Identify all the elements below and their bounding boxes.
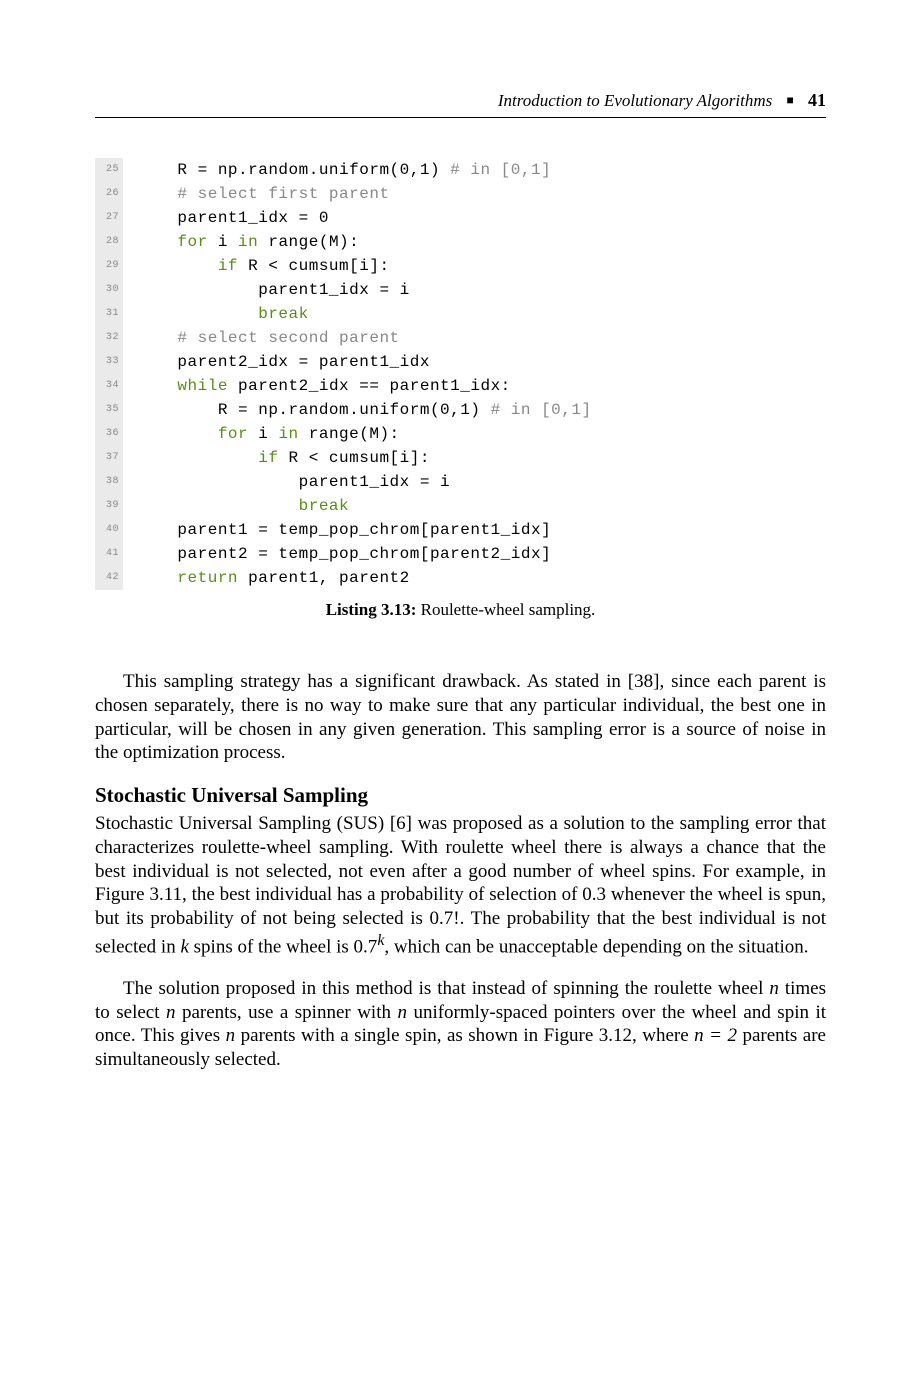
section-heading: Stochastic Universal Sampling	[95, 783, 826, 808]
paragraph-3-text-c: parents, use a spinner with	[176, 1002, 398, 1023]
paragraph-2: Stochastic Universal Sampling (SUS) [6] …	[95, 812, 826, 959]
code-content: parent1 = temp_pop_chrom[parent1_idx]	[137, 518, 826, 542]
code-content: parent2_idx = parent1_idx	[137, 350, 826, 374]
header-separator-icon: ■	[787, 93, 794, 107]
code-content: parent1_idx = 0	[137, 206, 826, 230]
eq-n-2: n = 2	[694, 1025, 737, 1046]
code-line: 39 break	[95, 494, 826, 518]
code-content: R = np.random.uniform(0,1) # in [0,1]	[137, 158, 826, 182]
line-number: 26	[95, 182, 123, 206]
line-number: 30	[95, 278, 123, 302]
code-content: break	[137, 494, 826, 518]
var-k: k	[180, 936, 188, 957]
code-line: 29 if R < cumsum[i]:	[95, 254, 826, 278]
paragraph-1: This sampling strategy has a significant…	[95, 670, 826, 765]
code-content: if R < cumsum[i]:	[137, 446, 826, 470]
code-line: 42 return parent1, parent2	[95, 566, 826, 590]
code-line: 25 R = np.random.uniform(0,1) # in [0,1]	[95, 158, 826, 182]
line-number: 27	[95, 206, 123, 230]
line-number: 33	[95, 350, 123, 374]
line-number: 36	[95, 422, 123, 446]
line-number: 40	[95, 518, 123, 542]
var-n-2: n	[166, 1002, 176, 1023]
line-number: 37	[95, 446, 123, 470]
line-number: 25	[95, 158, 123, 182]
code-content: break	[137, 302, 826, 326]
var-n-4: n	[226, 1025, 236, 1046]
line-number: 41	[95, 542, 123, 566]
running-header: Introduction to Evolutionary Algorithms …	[95, 90, 826, 118]
page-number: 41	[808, 90, 826, 110]
code-line: 32 # select second parent	[95, 326, 826, 350]
code-content: for i in range(M):	[137, 230, 826, 254]
paragraph-2-text-b: spins of the wheel is 0.7	[189, 936, 377, 957]
paragraph-3-text-e: parents with a single spin, as shown in …	[235, 1025, 694, 1046]
page: Introduction to Evolutionary Algorithms …	[0, 0, 921, 1210]
code-content: if R < cumsum[i]:	[137, 254, 826, 278]
code-line: 30 parent1_idx = i	[95, 278, 826, 302]
code-line: 37 if R < cumsum[i]:	[95, 446, 826, 470]
code-content: R = np.random.uniform(0,1) # in [0,1]	[137, 398, 826, 422]
paragraph-1-text: This sampling strategy has a significant…	[95, 671, 826, 763]
code-content: return parent1, parent2	[137, 566, 826, 590]
line-number: 31	[95, 302, 123, 326]
line-number: 29	[95, 254, 123, 278]
paragraph-3-text-a: The solution proposed in this method is …	[123, 978, 769, 999]
code-line: 26 # select first parent	[95, 182, 826, 206]
var-n-3: n	[397, 1002, 407, 1023]
paragraph-3: The solution proposed in this method is …	[95, 977, 826, 1072]
code-line: 34 while parent2_idx == parent1_idx:	[95, 374, 826, 398]
line-number: 28	[95, 230, 123, 254]
code-line: 36 for i in range(M):	[95, 422, 826, 446]
line-number: 32	[95, 326, 123, 350]
code-content: for i in range(M):	[137, 422, 826, 446]
var-n-1: n	[769, 978, 779, 999]
header-title: Introduction to Evolutionary Algorithms	[498, 91, 772, 110]
listing-label: Listing 3.13:	[326, 600, 417, 619]
code-line: 28 for i in range(M):	[95, 230, 826, 254]
line-number: 39	[95, 494, 123, 518]
code-line: 27 parent1_idx = 0	[95, 206, 826, 230]
code-content: while parent2_idx == parent1_idx:	[137, 374, 826, 398]
code-content: parent1_idx = i	[137, 470, 826, 494]
code-content: # select second parent	[137, 326, 826, 350]
line-number: 38	[95, 470, 123, 494]
line-number: 42	[95, 566, 123, 590]
code-line: 41 parent2 = temp_pop_chrom[parent2_idx]	[95, 542, 826, 566]
code-line: 40 parent1 = temp_pop_chrom[parent1_idx]	[95, 518, 826, 542]
paragraph-2-text-c: , which can be unacceptable depending on…	[384, 936, 808, 957]
code-line: 33 parent2_idx = parent1_idx	[95, 350, 826, 374]
line-number: 35	[95, 398, 123, 422]
code-listing: 25 R = np.random.uniform(0,1) # in [0,1]…	[95, 158, 826, 590]
code-content: parent2 = temp_pop_chrom[parent2_idx]	[137, 542, 826, 566]
line-number: 34	[95, 374, 123, 398]
code-content: # select first parent	[137, 182, 826, 206]
code-line: 35 R = np.random.uniform(0,1) # in [0,1]	[95, 398, 826, 422]
listing-caption: Listing 3.13: Roulette-wheel sampling.	[95, 600, 826, 620]
listing-caption-text: Roulette-wheel sampling.	[421, 600, 596, 619]
code-line: 31 break	[95, 302, 826, 326]
code-content: parent1_idx = i	[137, 278, 826, 302]
code-line: 38 parent1_idx = i	[95, 470, 826, 494]
